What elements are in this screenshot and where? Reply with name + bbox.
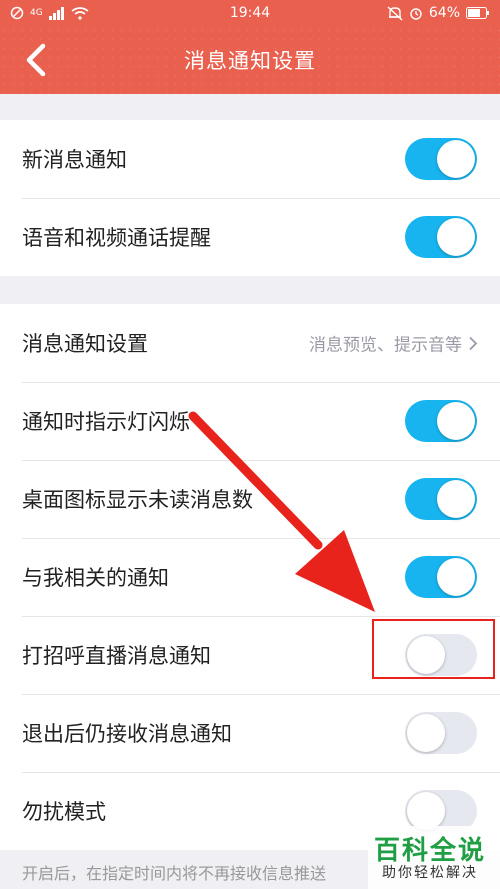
row-notification-settings[interactable]: 消息通知设置 消息预览、提示音等 [0, 304, 500, 382]
toggle-badge-unread-count[interactable] [405, 478, 477, 520]
page-title: 消息通知设置 [184, 49, 316, 73]
battery-icon [466, 7, 489, 19]
signal-icon [48, 6, 64, 20]
row-indicator-light: 通知时指示灯闪烁 [0, 382, 500, 460]
watermark-subtitle: 助你轻松解决 [382, 865, 478, 881]
toggle-knob [407, 792, 445, 830]
row-related-notifications: 与我相关的通知 [0, 538, 500, 616]
chevron-right-icon [469, 336, 478, 350]
toggle-knob [437, 140, 475, 178]
row-label: 勿扰模式 [22, 800, 106, 824]
row-new-message-notify: 新消息通知 [0, 120, 500, 198]
do-not-disturb-footnote: 开启后，在指定时间内将不再接收信息推送 [22, 864, 327, 883]
chevron-left-icon [26, 43, 46, 77]
settings-group-2: 消息通知设置 消息预览、提示音等 通知时指示灯闪烁 桌面图标显示未读消息数 与我… [0, 304, 500, 850]
toggle-knob [437, 558, 475, 596]
row-label: 打招呼直播消息通知 [22, 644, 211, 668]
status-right: 64% [387, 5, 490, 21]
watermark-logo: 百科全说 助你轻松解决 [368, 826, 500, 889]
back-button[interactable] [18, 42, 54, 78]
row-greeting-live-notify: 打招呼直播消息通知 [0, 616, 500, 694]
status-bar: 4G 19:44 64% [0, 0, 500, 26]
row-receive-after-exit: 退出后仍接收消息通知 [0, 694, 500, 772]
toggle-new-message-notify[interactable] [405, 138, 477, 180]
toggle-greeting-live-notify[interactable] [405, 634, 477, 676]
row-value: 消息预览、提示音等 [309, 331, 478, 356]
wifi-icon [71, 6, 89, 20]
row-label: 桌面图标显示未读消息数 [22, 488, 253, 512]
toggle-knob [437, 480, 475, 518]
row-voice-video-call-reminder: 语音和视频通话提醒 [0, 198, 500, 276]
row-label: 退出后仍接收消息通知 [22, 722, 232, 746]
nav-bar: 消息通知设置 [0, 26, 500, 94]
toggle-voice-video-call-reminder[interactable] [405, 216, 477, 258]
no-disturb-icon [10, 6, 24, 20]
row-badge-unread-count: 桌面图标显示未读消息数 [0, 460, 500, 538]
toggle-knob [407, 636, 445, 674]
network-type: 4G [30, 8, 43, 18]
mute-icon [410, 7, 422, 20]
row-label: 与我相关的通知 [22, 566, 169, 590]
row-label: 消息通知设置 [22, 332, 148, 356]
notification-settings-summary: 消息预览、提示音等 [309, 335, 462, 356]
row-label: 通知时指示灯闪烁 [22, 410, 190, 434]
battery-percent: 64% [428, 5, 460, 21]
row-label: 语音和视频通话提醒 [22, 226, 211, 250]
row-label: 新消息通知 [22, 148, 127, 172]
toggle-receive-after-exit[interactable] [405, 712, 477, 754]
settings-group-1: 新消息通知 语音和视频通话提醒 [0, 120, 500, 276]
toggle-knob [437, 218, 475, 256]
toggle-indicator-light[interactable] [405, 400, 477, 442]
toggle-related-notifications[interactable] [405, 556, 477, 598]
toggle-knob [407, 714, 445, 752]
status-left: 4G [10, 6, 89, 20]
alarm-icon [387, 5, 403, 21]
toggle-knob [437, 402, 475, 440]
